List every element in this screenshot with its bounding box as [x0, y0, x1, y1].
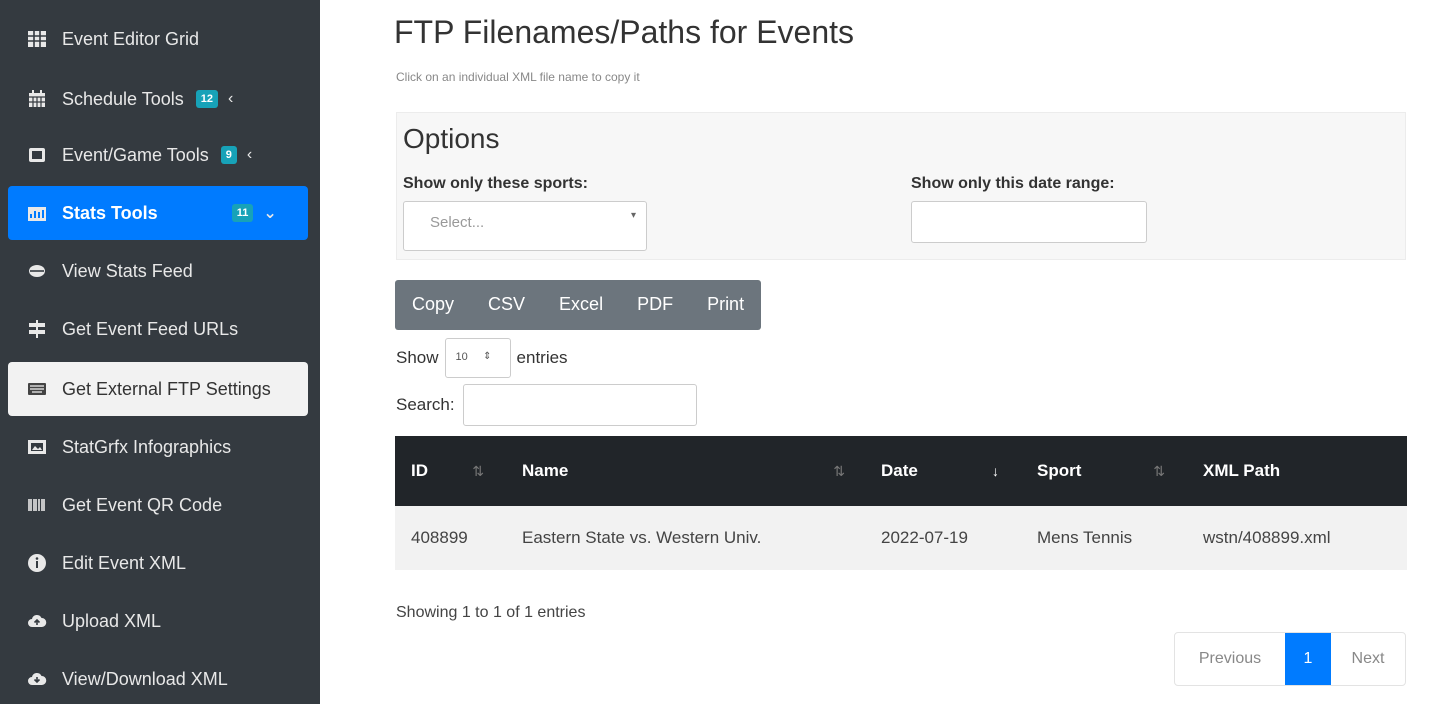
sports-filter-label: Show only these sports:	[403, 175, 588, 192]
cloud-upload-icon	[26, 610, 48, 632]
calendar-icon	[26, 88, 48, 110]
search-control: Search:	[396, 384, 697, 426]
search-input[interactable]	[462, 384, 697, 426]
page-subtitle: Click on an individual XML file name to …	[396, 70, 640, 84]
sidebar-item-label: Get Event Feed URLs	[62, 318, 239, 339]
sidebar-item-get-event-qr-code[interactable]: Get Event QR Code	[8, 478, 308, 532]
feed-icon	[26, 260, 48, 282]
export-button-group: Copy CSV Excel PDF Print	[395, 280, 762, 330]
info-icon	[26, 552, 48, 574]
sidebar-item-label: Schedule Tools	[62, 88, 184, 109]
barcode-icon	[26, 494, 48, 516]
column-header-date[interactable]: Date ↓	[867, 436, 1021, 506]
next-page-button[interactable]: Next	[1331, 633, 1405, 685]
column-header-name[interactable]: Name ⇅	[506, 436, 867, 506]
page-1-button[interactable]: 1	[1285, 633, 1331, 685]
column-header-label: ID	[411, 461, 428, 480]
caret-down-icon: ▾	[630, 210, 636, 221]
sort-desc-icon: ↓	[992, 463, 999, 479]
sidebar-item-upload-xml[interactable]: Upload XML	[8, 594, 308, 648]
chevron-down-icon: ⌄	[263, 205, 277, 222]
cell-id: 408899	[411, 528, 468, 547]
sort-icon: ⇅	[472, 462, 484, 479]
sidebar-item-view-download-xml[interactable]: View/Download XML	[8, 652, 308, 704]
search-label: Search:	[396, 395, 455, 414]
sidebar-item-view-stats-feed[interactable]: View Stats Feed	[8, 244, 308, 298]
sidebar-item-get-event-feed-urls[interactable]: Get Event Feed URLs	[8, 302, 308, 356]
cloud-download-icon	[26, 668, 48, 690]
cell-date: 2022-07-19	[881, 528, 968, 547]
sidebar-item-statgrfx-infographics[interactable]: StatGrfx Infographics	[8, 420, 308, 474]
sidebar-item-label: StatGrfx Infographics	[62, 436, 232, 457]
grid-icon	[26, 28, 48, 50]
events-table: ID ⇅ Name ⇅ Date ↓ Sport ⇅ XML Path 4088…	[395, 436, 1407, 570]
sidebar-item-stats-tools[interactable]: Stats Tools 11 ⌄	[8, 186, 308, 240]
excel-button[interactable]: Excel	[542, 280, 620, 330]
sidebar-item-label: View/Download XML	[62, 668, 228, 689]
options-title: Options	[403, 123, 500, 154]
sidebar-item-label: Stats Tools	[62, 202, 158, 223]
count-badge: 9	[220, 146, 237, 164]
image-icon	[26, 436, 48, 458]
sidebar-item-label: Upload XML	[62, 610, 162, 631]
sort-icon: ⇅	[1153, 462, 1165, 479]
table-info: Showing 1 to 1 of 1 entries	[396, 604, 586, 621]
column-header-id[interactable]: ID ⇅	[395, 436, 506, 506]
pagination: Previous 1 Next	[1174, 632, 1406, 686]
previous-page-button[interactable]: Previous	[1175, 633, 1285, 685]
count-badge: 11	[231, 204, 254, 222]
stats-icon	[26, 202, 48, 224]
page-title: FTP Filenames/Paths for Events	[394, 14, 855, 50]
keyboard-icon	[26, 378, 48, 400]
sidebar-item-label: Get Event QR Code	[62, 494, 223, 515]
copy-button[interactable]: Copy	[395, 280, 471, 330]
chevron-left-icon: ‹	[228, 90, 234, 107]
sort-caret-icon: ⇕	[483, 351, 492, 362]
sidebar-item-get-external-ftp-settings[interactable]: Get External FTP Settings	[8, 362, 308, 416]
show-label: Show	[396, 348, 439, 367]
table-header: ID ⇅ Name ⇅ Date ↓ Sport ⇅ XML Path	[395, 436, 1407, 506]
column-header-label: Date	[881, 461, 918, 480]
sidebar-item-label: View Stats Feed	[62, 260, 193, 281]
sidebar: Event Editor Grid Schedule Tools 12 ‹ Ev…	[0, 0, 320, 704]
chevron-left-icon: ‹	[246, 146, 253, 163]
column-header-label: Name	[522, 461, 569, 480]
options-card: Options Show only these sports: Select..…	[396, 112, 1406, 260]
date-range-input[interactable]	[911, 201, 1147, 243]
entries-label: entries	[516, 348, 568, 367]
sports-select-placeholder: Select...	[430, 214, 485, 231]
sports-select[interactable]: Select... ▾	[403, 201, 647, 251]
entries-length-select[interactable]: 10 ⇕	[444, 338, 511, 378]
sidebar-item-label: Event/Game Tools	[62, 144, 209, 165]
sidebar-item-label: Edit Event XML	[62, 552, 187, 573]
signs-icon	[26, 318, 48, 340]
column-header-xml-path[interactable]: XML Path	[1187, 436, 1407, 506]
sidebar-item-edit-event-xml[interactable]: Edit Event XML	[8, 536, 308, 590]
main-content: FTP Filenames/Paths for Events Click on …	[320, 0, 1442, 704]
cell-sport: Mens Tennis	[1037, 528, 1133, 547]
sidebar-item-schedule-tools[interactable]: Schedule Tools 12 ‹	[8, 72, 308, 126]
sidebar-item-label: Event Editor Grid	[62, 28, 200, 49]
print-button[interactable]: Print	[690, 280, 761, 330]
cell-name: Eastern State vs. Western Univ.	[522, 528, 762, 547]
sort-icon: ⇅	[833, 462, 845, 479]
pdf-button[interactable]: PDF	[620, 280, 690, 330]
csv-button[interactable]: CSV	[471, 280, 542, 330]
sidebar-item-label: Get External FTP Settings	[62, 378, 271, 399]
cell-xml-path-link[interactable]: wstn/408899.xml	[1187, 506, 1407, 570]
column-header-label: Sport	[1037, 461, 1082, 480]
sidebar-item-event-game-tools[interactable]: Event/Game Tools 9 ‹	[8, 128, 308, 182]
column-header-label: XML Path	[1203, 461, 1281, 480]
column-header-sport[interactable]: Sport ⇅	[1021, 436, 1187, 506]
count-badge: 12	[195, 90, 219, 108]
entries-length-value: 10	[455, 351, 468, 363]
date-range-label: Show only this date range:	[911, 175, 1115, 192]
table-row: 408899 Eastern State vs. Western Univ. 2…	[395, 506, 1407, 570]
gamepad-icon	[26, 144, 48, 166]
entries-length-control: Show 10 ⇕ entries	[396, 338, 568, 378]
sidebar-item-event-editor-grid[interactable]: Event Editor Grid	[8, 12, 308, 66]
